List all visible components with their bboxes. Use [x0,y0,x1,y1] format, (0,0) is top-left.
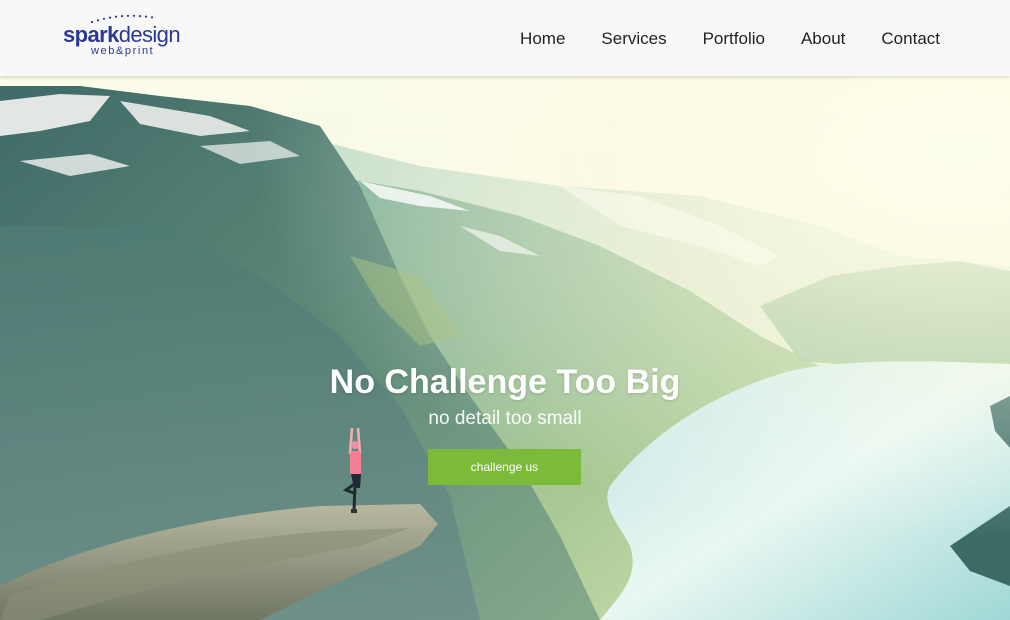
challenge-us-button[interactable]: challenge us [428,449,581,485]
hero-background-image [0,76,1010,620]
nav-item-home[interactable]: Home [520,29,565,49]
brand-logo[interactable]: sparkdesign web&print [62,14,192,58]
nav-item-about[interactable]: About [801,29,845,49]
nav-item-portfolio[interactable]: Portfolio [703,29,765,49]
nav-item-services[interactable]: Services [601,29,666,49]
brand-tagline: web&print [91,45,155,57]
hero-subtitle: no detail too small [428,408,582,429]
site-header: sparkdesign web&print Home Services Port… [0,0,1010,76]
brand-name-part1: spark [63,22,119,47]
nav-item-contact[interactable]: Contact [881,29,940,49]
main-nav: Home Services Portfolio About Contact [484,29,940,49]
hero-title: No Challenge Too Big [329,363,681,401]
brand-name-part2: design [118,22,181,47]
hero-section: No Challenge Too Big no detail too small… [0,76,1010,620]
brand-name: sparkdesign [63,22,181,47]
